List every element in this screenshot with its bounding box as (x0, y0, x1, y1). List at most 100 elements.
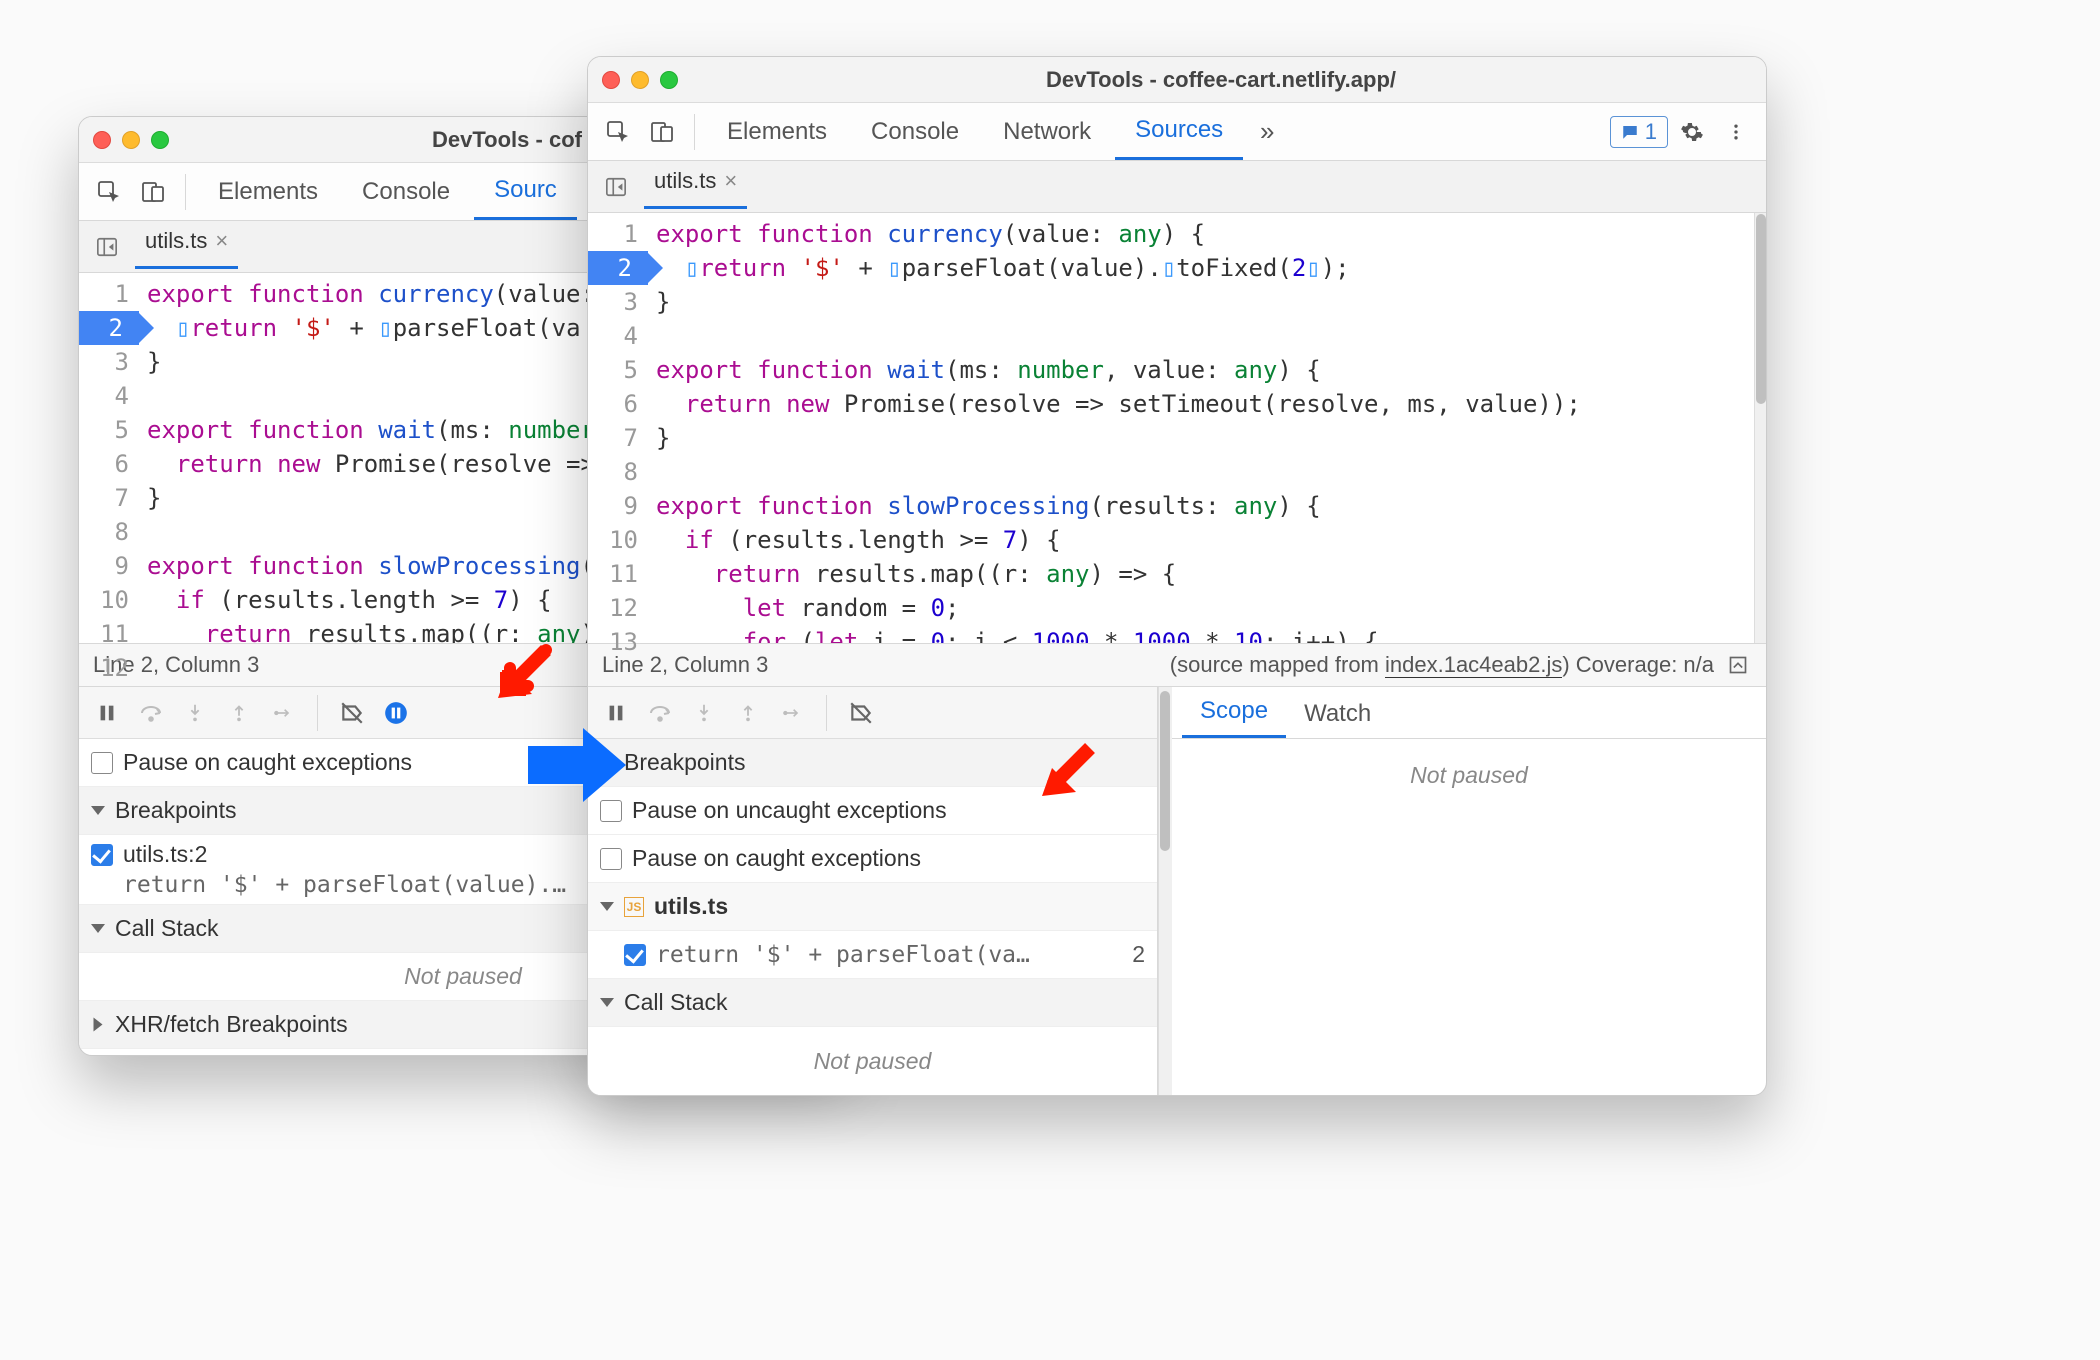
label: Breakpoints (115, 797, 236, 824)
issues-badge[interactable]: 1 (1610, 116, 1668, 148)
close-icon[interactable]: × (215, 228, 228, 254)
device-toolbar-icon[interactable] (133, 172, 173, 212)
file-tabbar: utils.ts × (588, 161, 1766, 213)
breakpoint-file: utils.ts (654, 893, 728, 920)
badge-count: 1 (1645, 119, 1657, 145)
breakpoint-file: utils.ts:2 (123, 841, 207, 868)
statusline-right: (source mapped from index.1ac4eab2.js) C… (1170, 652, 1714, 678)
source-map-link[interactable]: index.1ac4eab2.js (1385, 652, 1562, 678)
source-editor[interactable]: 12345678910111213 export function curren… (588, 213, 1766, 643)
chevron-down-icon (600, 902, 614, 911)
callstack-section-header[interactable]: Call Stack (588, 979, 1157, 1027)
pause-on-uncaught-row[interactable]: Pause on uncaught exceptions (588, 787, 1157, 835)
label: Breakpoints (624, 749, 745, 776)
tab-console[interactable]: Console (342, 163, 470, 220)
pause-resume-icon[interactable] (598, 695, 634, 731)
checkbox[interactable] (624, 944, 646, 966)
chevron-down-icon (600, 998, 614, 1007)
traffic-lights (93, 131, 169, 149)
sidebar-scrollbar[interactable] (1158, 687, 1172, 1095)
scrollbar[interactable] (1754, 213, 1766, 643)
tab-sources[interactable]: Sourc (474, 163, 577, 220)
checkbox[interactable] (600, 848, 622, 870)
kebab-menu-icon[interactable] (1716, 112, 1756, 152)
line-gutter[interactable]: 123456789101112 (79, 273, 137, 643)
file-tab-utils[interactable]: utils.ts × (644, 164, 747, 209)
label: Call Stack (115, 915, 219, 942)
chevron-right-icon (94, 1018, 103, 1032)
label: Pause on caught exceptions (632, 845, 921, 872)
zoom-window-icon[interactable] (660, 71, 678, 89)
breakpoints-section-header[interactable]: Breakpoints (588, 739, 1157, 787)
breakpoint-group-header[interactable]: JS utils.ts (588, 883, 1157, 931)
traffic-lights (602, 71, 678, 89)
chevron-down-icon (91, 806, 105, 815)
separator (826, 695, 827, 731)
step-icon[interactable] (774, 695, 810, 731)
debugger-toolbar (588, 687, 1157, 739)
step-over-icon[interactable] (133, 695, 169, 731)
minimize-window-icon[interactable] (631, 71, 649, 89)
deactivate-breakpoints-icon[interactable] (334, 695, 370, 731)
label: Call Stack (624, 989, 728, 1016)
main-tabbar: Elements Console Network Sources » 1 (588, 103, 1766, 161)
close-window-icon[interactable] (602, 71, 620, 89)
zoom-window-icon[interactable] (151, 131, 169, 149)
scope-panel: Scope Watch Not paused (1172, 687, 1766, 1095)
deactivate-breakpoints-icon[interactable] (843, 695, 879, 731)
checkbox[interactable] (91, 752, 113, 774)
scope-tabs: Scope Watch (1172, 687, 1766, 739)
file-tab-label: utils.ts (145, 228, 207, 254)
breakpoint-line: 2 (1132, 941, 1145, 968)
tab-watch[interactable]: Watch (1286, 690, 1389, 738)
inspect-element-icon[interactable] (89, 172, 129, 212)
close-window-icon[interactable] (93, 131, 111, 149)
checkbox[interactable] (600, 800, 622, 822)
breakpoint-code: return '$' + parseFloat(va… (656, 942, 1030, 968)
tab-network[interactable]: Network (983, 103, 1111, 160)
debugger-sidebar: Breakpoints Pause on uncaught exceptions… (588, 687, 1158, 1095)
more-tabs-icon[interactable]: » (1247, 112, 1287, 152)
separator (317, 695, 318, 731)
window-title: DevTools - coffee-cart.netlify.app/ (690, 67, 1752, 93)
tab-elements[interactable]: Elements (707, 103, 847, 160)
minimize-window-icon[interactable] (122, 131, 140, 149)
line-gutter[interactable]: 12345678910111213 (588, 213, 646, 643)
code-area[interactable]: export function currency(value: any) { ▯… (646, 213, 1754, 643)
titlebar: DevTools - coffee-cart.netlify.app/ (588, 57, 1766, 103)
tab-scope[interactable]: Scope (1182, 687, 1286, 738)
checkbox[interactable] (91, 844, 113, 866)
tab-console[interactable]: Console (851, 103, 979, 160)
step-out-icon[interactable] (221, 695, 257, 731)
navigator-toggle-icon[interactable] (596, 167, 636, 207)
separator (694, 114, 695, 150)
devtools-window-new: DevTools - coffee-cart.netlify.app/ Elem… (587, 56, 1767, 1096)
close-icon[interactable]: × (724, 168, 737, 194)
breakpoint-code: return '$' + parseFloat(value).… (91, 872, 566, 898)
step-over-icon[interactable] (642, 695, 678, 731)
label: Pause on uncaught exceptions (632, 797, 947, 824)
pause-resume-icon[interactable] (89, 695, 125, 731)
navigator-toggle-icon[interactable] (87, 227, 127, 267)
step-icon[interactable] (265, 695, 301, 731)
chevron-down-icon (91, 924, 105, 933)
step-out-icon[interactable] (730, 695, 766, 731)
callstack-empty: Not paused (588, 1027, 1157, 1095)
file-tab-utils[interactable]: utils.ts × (135, 224, 238, 269)
step-into-icon[interactable] (686, 695, 722, 731)
settings-icon[interactable] (1672, 112, 1712, 152)
code-area[interactable]: export function currency(value: ▯return … (137, 273, 605, 643)
step-into-icon[interactable] (177, 695, 213, 731)
statusline-expand-icon[interactable] (1724, 645, 1752, 685)
pause-on-caught-row[interactable]: Pause on caught exceptions (588, 835, 1157, 883)
breakpoint-item[interactable]: return '$' + parseFloat(va… 2 (588, 931, 1157, 979)
device-toolbar-icon[interactable] (642, 112, 682, 152)
pause-on-exceptions-icon[interactable] (378, 695, 414, 731)
tab-elements[interactable]: Elements (198, 163, 338, 220)
inspect-element-icon[interactable] (598, 112, 638, 152)
chevron-down-icon (600, 758, 614, 767)
scope-empty: Not paused (1172, 751, 1766, 799)
label: Pause on caught exceptions (123, 749, 412, 776)
editor-statusline: Line 2, Column 3 (source mapped from ind… (588, 643, 1766, 687)
tab-sources[interactable]: Sources (1115, 103, 1243, 160)
